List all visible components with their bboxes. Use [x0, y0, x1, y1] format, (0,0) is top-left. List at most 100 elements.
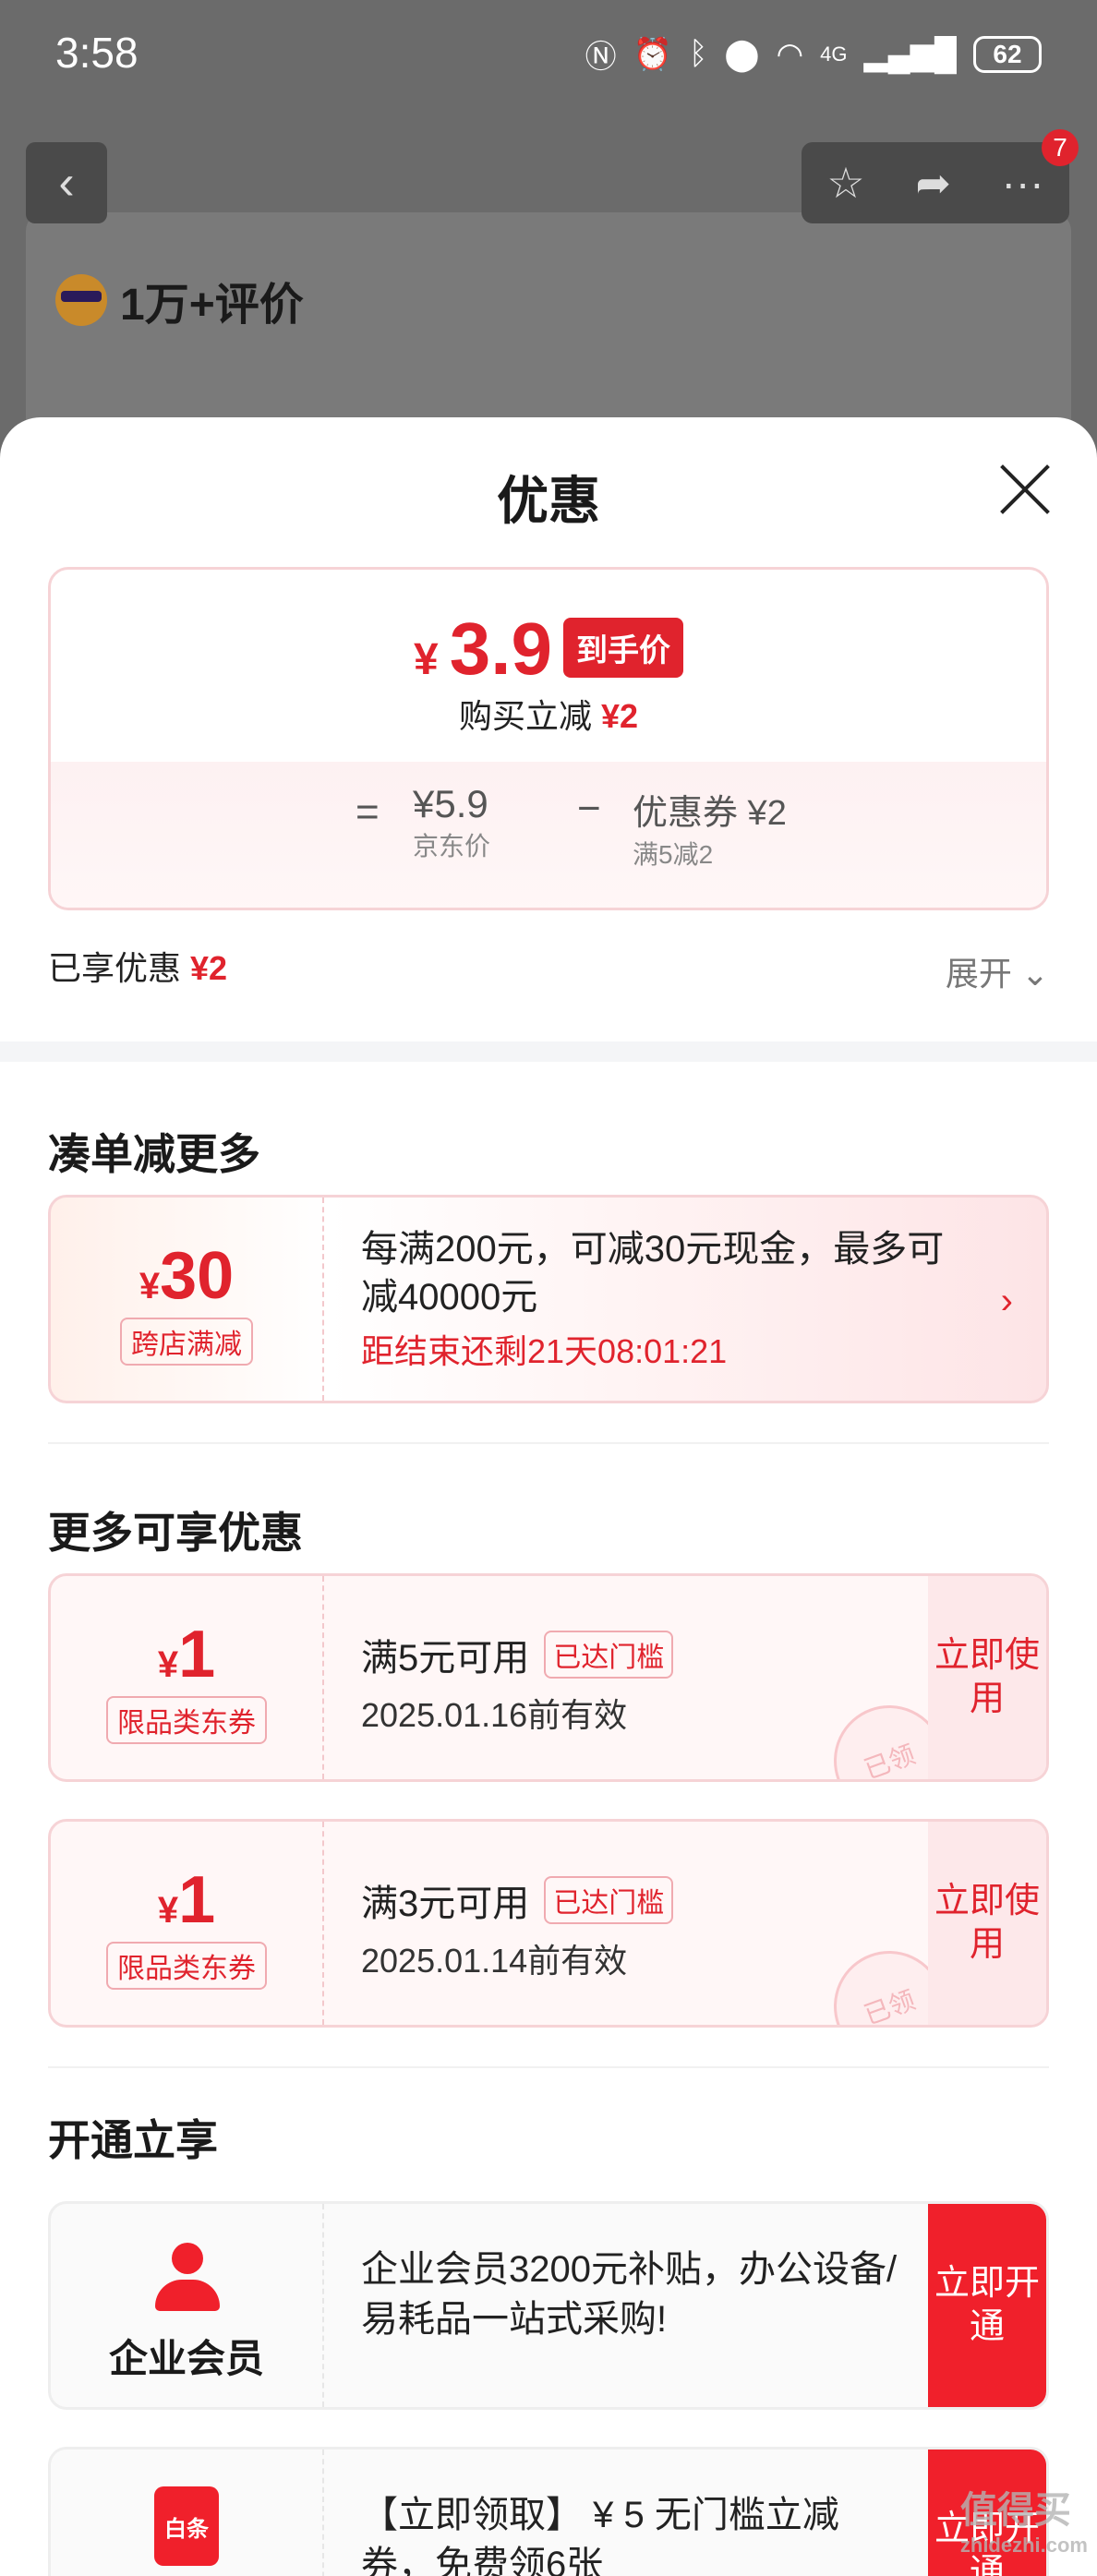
price-summary: ¥ 3.9 到手价 购买立减 ¥2 — [51, 570, 1046, 762]
final-price: ¥ 3.9 到手价 — [51, 607, 1046, 692]
sunglasses-face-icon — [55, 274, 107, 326]
instant-discount-label: 购买立减 — [458, 697, 592, 735]
promo-countdown: 距结束还剩21天08:01:21 — [361, 1332, 728, 1370]
coupon-condition: 满5元可用 — [361, 1638, 530, 1679]
coupon-condition-row: 满3元可用 已达门槛 — [361, 1873, 674, 1927]
coupon-info: 满5元可用 已达门槛 2025.01.16前有效 — [361, 1628, 674, 1737]
status-bar: 3:58 Ⓝ ⏰ ᛒ ⬤ ◠ 4G ▂▄▆█ 62 — [0, 0, 1097, 111]
promo-amount-value: 30 — [160, 1239, 235, 1313]
coupon-condition-row: 满5元可用 已达门槛 — [361, 1628, 674, 1681]
section-title-more-benefits: 更多可享优惠 — [48, 1509, 303, 1557]
section-divider — [0, 1041, 1097, 1062]
discount-sheet: 优惠 ¥ 3.9 到手价 购买立减 ¥2 = ¥5.9 京东价 − 优惠券 ¥2… — [0, 417, 1097, 2576]
coupon-amount-block: ¥1 限品类东券 — [51, 1822, 324, 2025]
promo-tag: 跨店满减 — [120, 1318, 253, 1366]
background-product-page: ‹ ☆ ➦ ··· 7 1万+评价 — [0, 111, 1097, 489]
review-count[interactable]: 1万+评价 — [55, 268, 304, 332]
back-button[interactable]: ‹ — [26, 142, 107, 223]
enterprise-member-desc: 企业会员3200元补贴，办公设备/易耗品一站式采购! — [361, 2249, 898, 2340]
enjoyed-amount: ¥2 — [190, 949, 228, 987]
coupon-yen: ¥ — [157, 1890, 179, 1931]
review-label: 1万+评价 — [120, 281, 304, 330]
coupon-expiry: 2025.01.16前有效 — [361, 1696, 628, 1734]
coupon-amount-value: 1 — [178, 1618, 216, 1691]
coupon-block: 优惠券 ¥2 满5减2 — [633, 784, 787, 872]
coupon-tag: 限品类东券 — [106, 1942, 267, 1990]
enterprise-member-name: 企业会员 — [108, 2337, 264, 2380]
sheet-title: 优惠 — [497, 472, 600, 530]
user-icon — [151, 2243, 222, 2313]
instant-discount: 购买立减 ¥2 — [51, 690, 1046, 738]
enterprise-member-block: 企业会员 — [51, 2204, 324, 2407]
enjoyed-label: 已享优惠 — [48, 949, 182, 987]
status-icons: Ⓝ ⏰ ᛒ ⬤ ◠ 4G ▂▄▆█ 62 — [585, 31, 1042, 77]
notification-badge: 7 — [1042, 129, 1079, 166]
enterprise-member-card: 企业会员 企业会员3200元补贴，办公设备/易耗品一站式采购! 立即开通 — [48, 2201, 1049, 2410]
coupon-amount-value: 1 — [178, 1863, 216, 1937]
baitiao-card: 白条 【立即领取】 ¥ 5 无门槛立减券，免费领6张 立即开通 — [48, 2447, 1049, 2576]
bluetooth-icon: ᛒ — [689, 36, 708, 71]
final-price-amount: 3.9 — [449, 608, 552, 690]
instant-discount-amount: ¥2 — [600, 697, 639, 735]
nfc-icon: Ⓝ — [585, 40, 617, 75]
coupon-condition: 满3元可用 — [361, 1884, 530, 1924]
section-title-open: 开通立享 — [48, 2116, 218, 2164]
promo-details: 每满200元，可减30元现金，最多可减40000元 距结束还剩21天08:01:… — [361, 1225, 954, 1373]
enjoyed-discount: 已享优惠 ¥2 — [48, 942, 227, 990]
coupon-value: 优惠券 ¥2 — [633, 794, 787, 833]
expand-button[interactable]: 展开 ⌄ — [946, 947, 1049, 995]
wifi-icon: ◠ — [776, 36, 804, 72]
minus-sign: − — [577, 786, 601, 831]
jd-price-block: ¥5.9 京东价 — [413, 782, 490, 863]
open-now-button[interactable]: 立即开通 — [928, 2204, 1046, 2407]
battery-icon: 62 — [973, 35, 1042, 73]
price-breakdown: = ¥5.9 京东价 − 优惠券 ¥2 满5减2 — [51, 762, 1046, 908]
use-now-button[interactable]: 立即使用 — [928, 1576, 1046, 1779]
coupon-expiry: 2025.01.14前有效 — [361, 1942, 628, 1980]
section-title-more-orders: 凑单减更多 — [48, 1130, 260, 1178]
baitiao-desc: 【立即领取】 ¥ 5 无门槛立减券，免费领6张 — [361, 2495, 839, 2576]
close-icon[interactable] — [995, 460, 1055, 519]
chevron-left-icon: ‹ — [58, 156, 75, 210]
coupon-status-badge: 已达门槛 — [544, 1631, 674, 1679]
coupon-info: 满3元可用 已达门槛 2025.01.14前有效 — [361, 1873, 674, 1982]
coupon-amount: ¥1 — [51, 1617, 322, 1692]
jd-price: ¥5.9 — [413, 782, 488, 825]
coupon-condition: 满5减2 — [633, 840, 714, 869]
promo-amount: ¥30 — [51, 1238, 322, 1314]
star-icon[interactable]: ☆ — [826, 158, 864, 208]
watermark-logo: 值得买 zhidezhi.com — [960, 2480, 1088, 2558]
coupon-amount-block: ¥1 限品类东券 — [51, 1576, 324, 1779]
coupon-status-badge: 已达门槛 — [544, 1876, 674, 1924]
promo-description: 每满200元，可减30元现金，最多可减40000元 — [361, 1229, 945, 1318]
more-icon[interactable]: ··· — [1002, 158, 1044, 208]
status-time: 3:58 — [55, 29, 139, 77]
coupon-amount: ¥1 — [51, 1862, 322, 1938]
share-icon[interactable]: ➦ — [915, 158, 951, 208]
location-icon: ⬤ — [724, 36, 760, 72]
currency-symbol: ¥ — [414, 635, 439, 684]
baitiao-block: 白条 — [51, 2450, 324, 2576]
watermark-sub: zhidezhi.com — [959, 2534, 1088, 2557]
separator — [48, 1442, 1049, 1444]
separator — [48, 2066, 1049, 2068]
watermark-text: 值得买 — [959, 2490, 1071, 2531]
signal-icon: ▂▄▆█ — [863, 36, 957, 72]
coupon-card: ¥1 限品类东券 满3元可用 已达门槛 2025.01.14前有效 已领 立即使… — [48, 1819, 1049, 2028]
price-card: ¥ 3.9 到手价 购买立减 ¥2 = ¥5.9 京东价 − 优惠券 ¥2 满5… — [48, 567, 1049, 910]
promo-yen: ¥ — [139, 1266, 161, 1306]
baitiao-icon: 白条 — [154, 2486, 219, 2566]
use-now-button[interactable]: 立即使用 — [928, 1822, 1046, 2025]
chevron-right-icon: › — [1000, 1281, 1013, 1321]
jd-price-label: 京东价 — [413, 832, 491, 861]
top-actions: ☆ ➦ ··· — [802, 142, 1069, 223]
coupon-tag: 限品类东券 — [106, 1696, 267, 1744]
coupon-yen: ¥ — [157, 1644, 179, 1685]
network-label: 4G — [820, 42, 848, 66]
equals-sign: = — [356, 789, 380, 835]
final-price-tag: 到手价 — [562, 618, 683, 678]
promo-amount-block: ¥30 跨店满减 — [51, 1198, 324, 1401]
coupon-card: ¥1 限品类东券 满5元可用 已达门槛 2025.01.16前有效 已领 立即使… — [48, 1573, 1049, 1782]
cross-store-promo[interactable]: ¥30 跨店满减 每满200元，可减30元现金，最多可减40000元 距结束还剩… — [48, 1195, 1049, 1403]
alarm-icon: ⏰ — [633, 36, 673, 72]
